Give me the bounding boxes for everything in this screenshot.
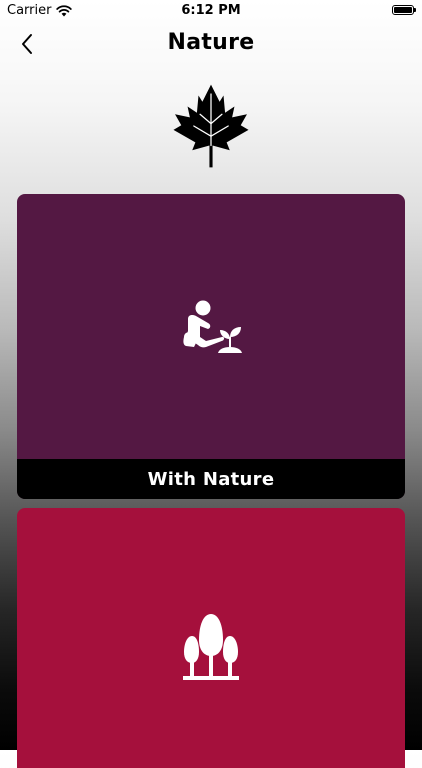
battery-icon — [392, 5, 416, 15]
battery-level — [394, 7, 412, 13]
gardening-person-icon — [183, 300, 242, 353]
status-bar: Carrier 6:12 PM — [0, 0, 422, 22]
with-nature-card[interactable]: With Nature — [17, 194, 405, 499]
page-title: Nature — [167, 30, 255, 55]
maple-leaf-icon — [173, 84, 249, 168]
trees-icon — [183, 614, 239, 680]
card-label: With Nature — [147, 468, 275, 490]
trees-card[interactable] — [17, 508, 405, 768]
clock: 6:12 PM — [181, 3, 241, 18]
card-label-bar: With Nature — [17, 459, 405, 499]
